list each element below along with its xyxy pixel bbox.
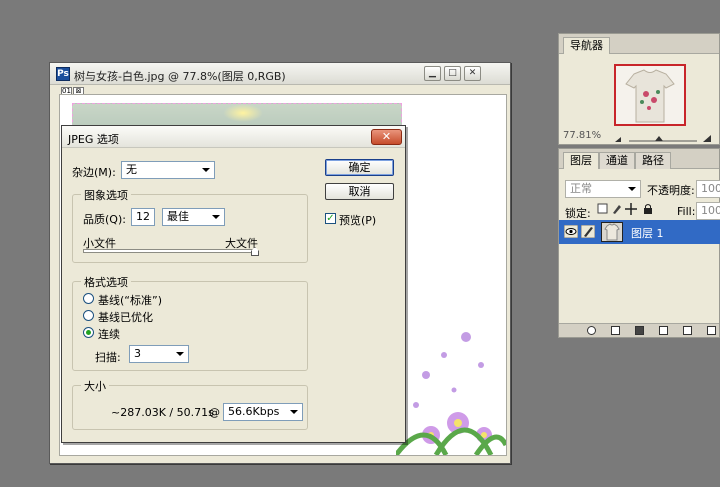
lock-icons[interactable] (597, 203, 657, 215)
image-options-legend: 图象选项 (81, 187, 131, 203)
matte-select[interactable]: 无 (121, 161, 215, 179)
photoshop-icon: Ps (56, 67, 70, 81)
dialog-titlebar[interactable]: JPEG 选项 ✕ (62, 126, 405, 148)
scans-select[interactable]: 3 (129, 345, 189, 363)
delete-layer-icon[interactable] (707, 326, 716, 335)
lock-label: 锁定: (565, 207, 591, 220)
cancel-button[interactable]: 取消 (325, 183, 394, 200)
maximize-button[interactable]: □ (444, 66, 461, 81)
new-layer-icon[interactable] (683, 326, 692, 335)
brush-icon[interactable] (580, 224, 596, 239)
dialog-title: JPEG 选项 (68, 133, 119, 146)
tab-navigator[interactable]: 导航器 (563, 37, 610, 54)
tab-paths[interactable]: 路径 (635, 152, 671, 169)
adjustment-layer-icon[interactable] (635, 326, 644, 335)
jpeg-options-dialog[interactable]: JPEG 选项 ✕ 杂边(M): 无 图象选项 品质(Q): 12 最佳 小文件… (61, 125, 406, 443)
speed-select[interactable]: 56.6Kbps (223, 403, 303, 421)
layer-style-icon[interactable] (611, 326, 620, 335)
blend-mode-value: 正常 (570, 182, 592, 195)
fill-label: Fill: (677, 205, 696, 218)
scans-label: 扫描: (95, 351, 121, 364)
fill-input[interactable]: 100 (696, 202, 720, 220)
preview-label: 预览(P) (339, 214, 377, 227)
layers-panel: 图层 通道 路径 正常 不透明度: 100 锁定: Fill: 100 图层 1 (558, 148, 720, 338)
quality-preset-value: 最佳 (167, 210, 189, 223)
layer-thumbnail (601, 222, 623, 242)
layers-tabrow: 图层 通道 路径 (559, 149, 719, 169)
baseline-standard-label: 基线(“标准”) (98, 294, 162, 307)
ok-button[interactable]: 确定 (325, 159, 394, 176)
baseline-standard-radio[interactable] (83, 293, 94, 304)
size-legend: 大小 (81, 378, 109, 394)
document-title: 树与女孩-白色.jpg @ 77.8%(图层 0,RGB) (74, 70, 286, 83)
quality-input[interactable]: 12 (131, 208, 155, 226)
zoom-slider[interactable] (607, 134, 717, 144)
quality-label: 品质(Q): (83, 213, 126, 226)
baseline-optimized-label: 基线已优化 (98, 311, 153, 324)
dialog-close-button[interactable]: ✕ (371, 129, 402, 145)
progressive-label: 连续 (98, 328, 120, 341)
chevron-down-icon (287, 405, 301, 419)
new-group-icon[interactable] (659, 326, 668, 335)
blend-mode-select[interactable]: 正常 (565, 180, 641, 198)
close-window-button[interactable]: ✕ (464, 66, 481, 81)
size-group: 大小 ~287.03K / 50.71s @ 56.6Kbps (72, 378, 308, 430)
progressive-radio[interactable] (83, 327, 94, 338)
quality-preset-select[interactable]: 最佳 (162, 208, 225, 226)
tab-channels[interactable]: 通道 (599, 152, 635, 169)
format-options-group: 格式选项 基线(“标准”) 基线已优化 连续 扫描: 3 (72, 274, 308, 371)
navigator-panel: 导航器 77.81% (558, 33, 720, 145)
minimize-button[interactable]: ▁ (424, 66, 441, 81)
tab-layers[interactable]: 图层 (563, 152, 599, 169)
chevron-down-icon (199, 163, 213, 177)
matte-value: 无 (126, 163, 137, 176)
chevron-down-icon (173, 347, 187, 361)
baseline-optimized-radio[interactable] (83, 310, 94, 321)
image-options-group: 图象选项 品质(Q): 12 最佳 小文件 大文件 (72, 187, 308, 263)
matte-label: 杂边(M): (72, 166, 116, 179)
flower-decoration (396, 332, 506, 455)
eye-icon[interactable] (563, 224, 579, 239)
layer-name: 图层 1 (631, 227, 664, 240)
layers-bottom-bar (559, 323, 719, 337)
size-estimate: ~287.03K / 50.71s (111, 406, 214, 419)
chevron-down-icon (209, 210, 223, 224)
navigator-tabrow: 导航器 (559, 34, 719, 54)
speed-value: 56.6Kbps (228, 405, 280, 418)
navigator-zoom-readout: 77.81% (563, 130, 602, 141)
tshirt-preview (616, 66, 684, 124)
navigator-thumbnail[interactable] (614, 64, 686, 126)
at-label: @ (209, 406, 220, 419)
chevron-down-icon (625, 182, 639, 196)
opacity-label: 不透明度: (647, 184, 695, 197)
document-titlebar[interactable]: Ps 树与女孩-白色.jpg @ 77.8%(图层 0,RGB) ▁ □ ✕ (50, 63, 510, 85)
layer-row[interactable]: 图层 1 (559, 220, 720, 244)
scans-value: 3 (134, 347, 141, 360)
format-options-legend: 格式选项 (81, 274, 131, 290)
opacity-input[interactable]: 100 (696, 180, 720, 198)
link-layers-icon[interactable] (587, 326, 596, 335)
quality-slider-track[interactable] (83, 249, 255, 253)
preview-checkbox[interactable]: ✓ (325, 213, 336, 224)
